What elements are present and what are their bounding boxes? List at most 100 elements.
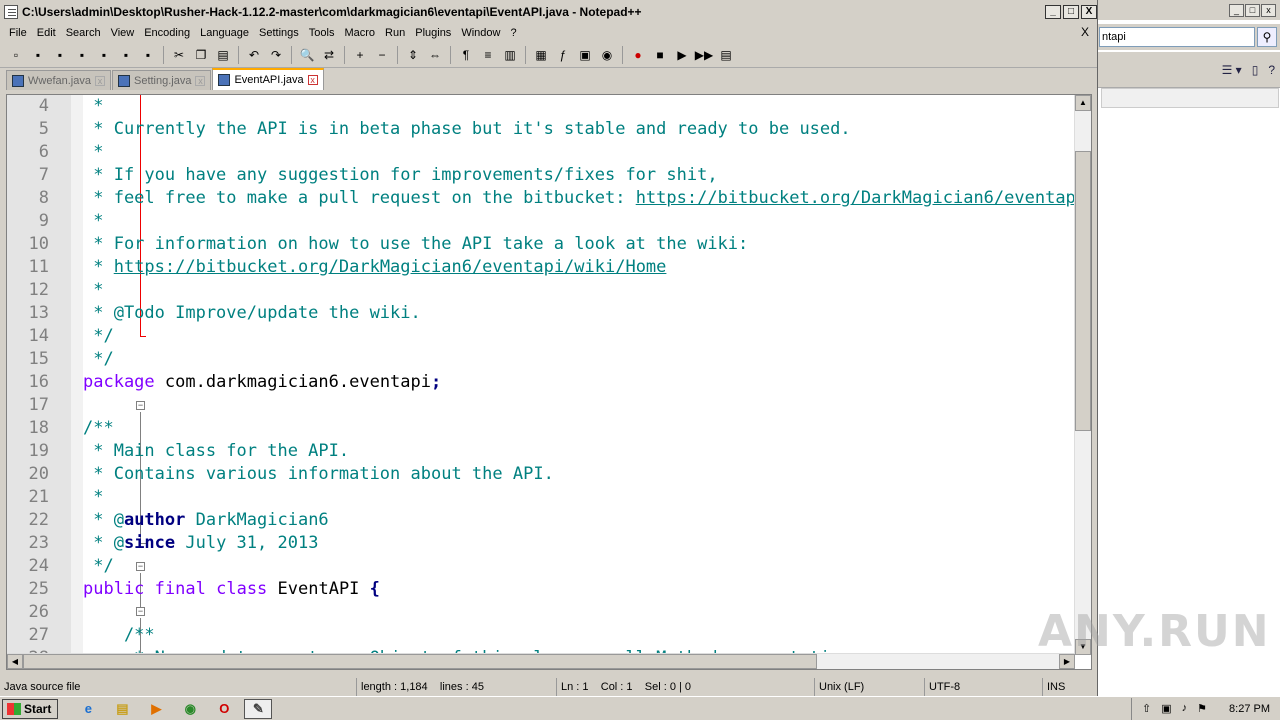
cut-icon[interactable]: ✂ — [169, 45, 189, 65]
code-line[interactable]: */ — [83, 348, 1075, 371]
help-icon[interactable]: ? — [1268, 63, 1275, 77]
zoom-out-icon[interactable]: − — [372, 45, 392, 65]
start-button[interactable]: Start — [2, 698, 59, 719]
code-line[interactable]: * — [83, 279, 1075, 302]
copy-icon[interactable]: ❐ — [191, 45, 211, 65]
vertical-scrollbar[interactable]: ▲ ▼ — [1074, 95, 1091, 655]
code-line[interactable]: */ — [83, 555, 1075, 578]
menu-encoding[interactable]: Encoding — [139, 25, 195, 41]
code-line[interactable]: * @since July 31, 2013 — [83, 532, 1075, 555]
close-document-button[interactable]: X — [1081, 25, 1089, 39]
run-macro-multiple-icon[interactable]: ▶▶ — [694, 45, 714, 65]
notepad-icon[interactable]: ✎ — [244, 698, 273, 719]
code-line[interactable]: * — [83, 141, 1075, 164]
tab-eventapi[interactable]: EventAPI.java x — [212, 68, 324, 90]
menu-language[interactable]: Language — [195, 25, 254, 41]
menu-help[interactable]: ? — [505, 25, 521, 41]
code-line[interactable]: * feel free to make a pull request on th… — [83, 187, 1075, 210]
code-line[interactable]: * For information on how to use the API … — [83, 233, 1075, 256]
menu-plugins[interactable]: Plugins — [410, 25, 456, 41]
code-line[interactable]: * https://bitbucket.org/DarkMagician6/ev… — [83, 256, 1075, 279]
bg-restore-button[interactable]: □ — [1245, 3, 1260, 17]
minimize-button[interactable]: _ — [1045, 5, 1061, 19]
save-all-icon[interactable]: ▪ — [72, 45, 92, 65]
scroll-left-icon[interactable]: ◀ — [7, 654, 23, 669]
chrome-icon[interactable]: ◉ — [176, 699, 204, 719]
tab-close-icon[interactable]: x — [94, 75, 105, 86]
doc-map-icon[interactable]: ▦ — [531, 45, 551, 65]
tab-setting[interactable]: Setting.java x — [111, 70, 212, 90]
record-macro-icon[interactable]: ● — [628, 45, 648, 65]
close-all-icon[interactable]: ▪ — [116, 45, 136, 65]
code-line[interactable]: * @author DarkMagician6 — [83, 509, 1075, 532]
up-arrow-icon[interactable]: ⇧ — [1142, 702, 1151, 715]
code-line[interactable]: * If you have any suggestion for improve… — [83, 164, 1075, 187]
bg-search-input[interactable]: ntapi — [1099, 27, 1255, 47]
find-icon[interactable]: 🔍 — [297, 45, 317, 65]
menu-file[interactable]: File — [4, 25, 32, 41]
menu-view[interactable]: View — [106, 25, 140, 41]
close-icon[interactable]: ▪ — [94, 45, 114, 65]
background-explorer-window[interactable]: _ □ x ntapi ⚲ ☰ ▾ ▯ ? — [1096, 0, 1280, 696]
folder-workspace-icon[interactable]: ▣ — [575, 45, 595, 65]
print-icon[interactable]: ▪ — [138, 45, 158, 65]
sync-v-icon[interactable]: ⇕ — [403, 45, 423, 65]
scroll-thumb[interactable] — [1075, 151, 1091, 431]
stop-macro-icon[interactable]: ■ — [650, 45, 670, 65]
monitoring-icon[interactable]: ◉ — [597, 45, 617, 65]
explorer-icon[interactable]: ▤ — [108, 699, 136, 719]
all-chars-icon[interactable]: ≡ — [478, 45, 498, 65]
menu-search[interactable]: Search — [61, 25, 106, 41]
horizontal-scrollbar[interactable]: ◀ ▶ — [7, 653, 1075, 669]
code-link[interactable]: https://bitbucket.org/DarkMagician6/even… — [636, 188, 1075, 208]
zoom-in-icon[interactable]: + — [350, 45, 370, 65]
code-line[interactable]: * — [83, 486, 1075, 509]
code-line[interactable]: /** — [83, 624, 1075, 647]
flag-icon[interactable]: ⚑ — [1197, 702, 1207, 715]
code-line[interactable]: public final class EventAPI { — [83, 578, 1075, 601]
word-wrap-icon[interactable]: ¶ — [456, 45, 476, 65]
code-line[interactable]: * Main class for the API. — [83, 440, 1075, 463]
code-line[interactable] — [83, 601, 1075, 624]
tab-wwefan[interactable]: Wwefan.java x — [6, 70, 111, 90]
menu-window[interactable]: Window — [456, 25, 505, 41]
redo-icon[interactable]: ↷ — [266, 45, 286, 65]
bg-minimize-button[interactable]: _ — [1229, 3, 1244, 17]
menu-run[interactable]: Run — [380, 25, 410, 41]
sync-h-icon[interactable]: ⇔ — [425, 45, 445, 65]
bg-close-button[interactable]: x — [1261, 3, 1276, 17]
code-line[interactable]: * Currently the API is in beta phase but… — [83, 118, 1075, 141]
save-macro-icon[interactable]: ▤ — [716, 45, 736, 65]
menu-tools[interactable]: Tools — [304, 25, 340, 41]
tab-close-icon[interactable]: x — [195, 75, 206, 86]
code-editor[interactable]: 4 5 6 7 8 9 10 11 12 13 14 15 16 17 18 19 20 21 22 23 24 25 26… — [6, 94, 1092, 670]
code-line[interactable] — [83, 394, 1075, 417]
media-player-icon[interactable]: ▶ — [142, 699, 170, 719]
open-file-icon[interactable]: ▪ — [28, 45, 48, 65]
code-line[interactable]: package com.darkmagician6.eventapi; — [83, 371, 1075, 394]
code-line[interactable]: */ — [83, 325, 1075, 348]
menu-macro[interactable]: Macro — [339, 25, 380, 41]
tab-close-icon[interactable]: x — [307, 75, 318, 85]
code-line[interactable]: * @Todo Improve/update the wiki. — [83, 302, 1075, 325]
opera-icon[interactable]: O — [210, 699, 238, 719]
save-icon[interactable]: ▪ — [50, 45, 70, 65]
code-line[interactable]: * Contains various information about the… — [83, 463, 1075, 486]
paste-icon[interactable]: ▤ — [213, 45, 233, 65]
network-icon[interactable]: ▣ — [1161, 702, 1171, 715]
undo-icon[interactable]: ↶ — [244, 45, 264, 65]
maximize-button[interactable]: □ — [1063, 5, 1079, 19]
play-macro-icon[interactable]: ▶ — [672, 45, 692, 65]
function-list-icon[interactable]: ƒ — [553, 45, 573, 65]
menu-edit[interactable]: Edit — [32, 25, 61, 41]
code-area[interactable]: * * Currently the API is in beta phase b… — [83, 95, 1075, 655]
close-button[interactable]: X — [1081, 5, 1097, 19]
preview-pane-icon[interactable]: ▯ — [1252, 63, 1259, 77]
ie-icon[interactable]: e — [74, 699, 102, 719]
volume-icon[interactable]: ♪ — [1182, 702, 1188, 715]
menu-settings[interactable]: Settings — [254, 25, 304, 41]
code-line[interactable]: * — [83, 210, 1075, 233]
code-link[interactable]: https://bitbucket.org/DarkMagician6/even… — [114, 257, 667, 277]
code-line[interactable]: * — [83, 95, 1075, 118]
code-line[interactable]: /** — [83, 417, 1075, 440]
